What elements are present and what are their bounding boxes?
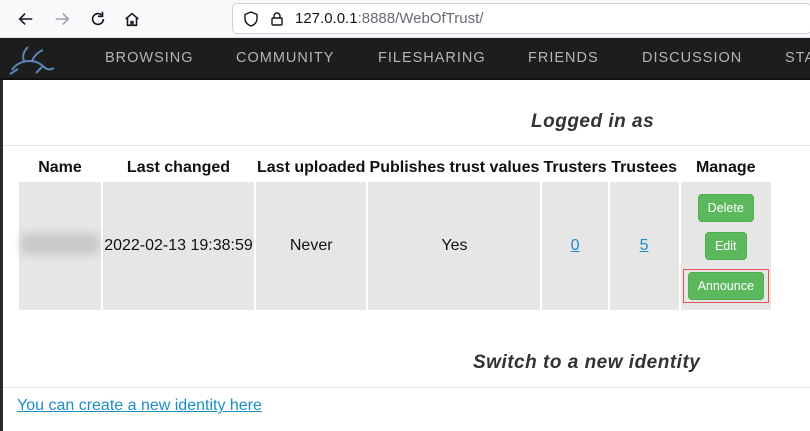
divider — [3, 387, 810, 388]
rabbit-logo-icon[interactable] — [6, 42, 58, 76]
nav-community[interactable]: COMMUNITY — [236, 50, 334, 66]
column-header-manage: Manage — [695, 159, 756, 176]
shield-icon[interactable] — [243, 11, 259, 27]
url-host: 127.0.0.1 — [295, 10, 358, 27]
create-identity-link[interactable]: You can create a new identity here — [17, 397, 262, 415]
nav-status[interactable]: STA — [785, 50, 810, 66]
column-header-publishes: Publishes trust values — [369, 159, 540, 176]
window-edge — [0, 80, 3, 431]
logged-in-heading: Logged in as — [531, 111, 655, 132]
last-changed-cell: 2022-02-13 19:38:59 — [103, 182, 254, 310]
manage-cell: Delete Edit Announce — [680, 182, 771, 310]
lock-icon[interactable] — [269, 11, 285, 27]
browser-toolbar: 127.0.0.1:8888/WebOfTrust/ — [0, 0, 810, 38]
column-header-trusters: Trusters — [543, 159, 607, 176]
trustees-cell: 5 — [609, 182, 679, 310]
back-arrow-icon[interactable] — [14, 7, 38, 31]
column-header-last-changed: Last changed — [126, 159, 231, 176]
trusters-cell: 0 — [542, 182, 608, 310]
column-header-last-uploaded: Last uploaded — [257, 159, 366, 176]
divider — [3, 145, 810, 146]
announce-highlight: Announce — [682, 269, 769, 303]
trusters-link[interactable]: 0 — [571, 237, 580, 254]
home-icon[interactable] — [120, 7, 144, 31]
nav-filesharing[interactable]: FILESHARING — [378, 50, 486, 66]
nav-friends[interactable]: FRIENDS — [528, 50, 599, 66]
switch-identity-heading: Switch to a new identity — [473, 352, 701, 373]
last-uploaded-cell: Never — [256, 182, 367, 310]
trustees-link[interactable]: 5 — [640, 237, 649, 254]
identity-name-cell — [19, 182, 101, 310]
app-nav-bar: BROWSING COMMUNITY FILESHARING FRIENDS D… — [0, 38, 810, 80]
publishes-trust-cell: Yes — [368, 182, 541, 310]
redacted-name — [21, 232, 99, 255]
edit-button[interactable]: Edit — [704, 232, 747, 260]
reload-icon[interactable] — [86, 7, 110, 31]
table-header-row: Name Last changed Last uploaded Publishe… — [19, 156, 771, 180]
column-header-name: Name — [38, 159, 82, 176]
delete-button[interactable]: Delete — [697, 194, 754, 222]
identity-table: Name Last changed Last uploaded Publishe… — [17, 154, 773, 312]
announce-button[interactable]: Announce — [687, 272, 764, 300]
table-row: 2022-02-13 19:38:59 Never Yes 0 5 Delete… — [19, 182, 771, 310]
nav-browsing[interactable]: BROWSING — [105, 50, 194, 66]
column-header-trustees: Trustees — [611, 159, 677, 176]
forward-arrow-icon[interactable] — [50, 7, 74, 31]
url-path: :8888/WebOfTrust/ — [357, 10, 484, 27]
url-text: 127.0.0.1:8888/WebOfTrust/ — [295, 10, 483, 27]
nav-discussion[interactable]: DISCUSSION — [642, 50, 742, 66]
url-bar[interactable]: 127.0.0.1:8888/WebOfTrust/ — [232, 3, 810, 34]
